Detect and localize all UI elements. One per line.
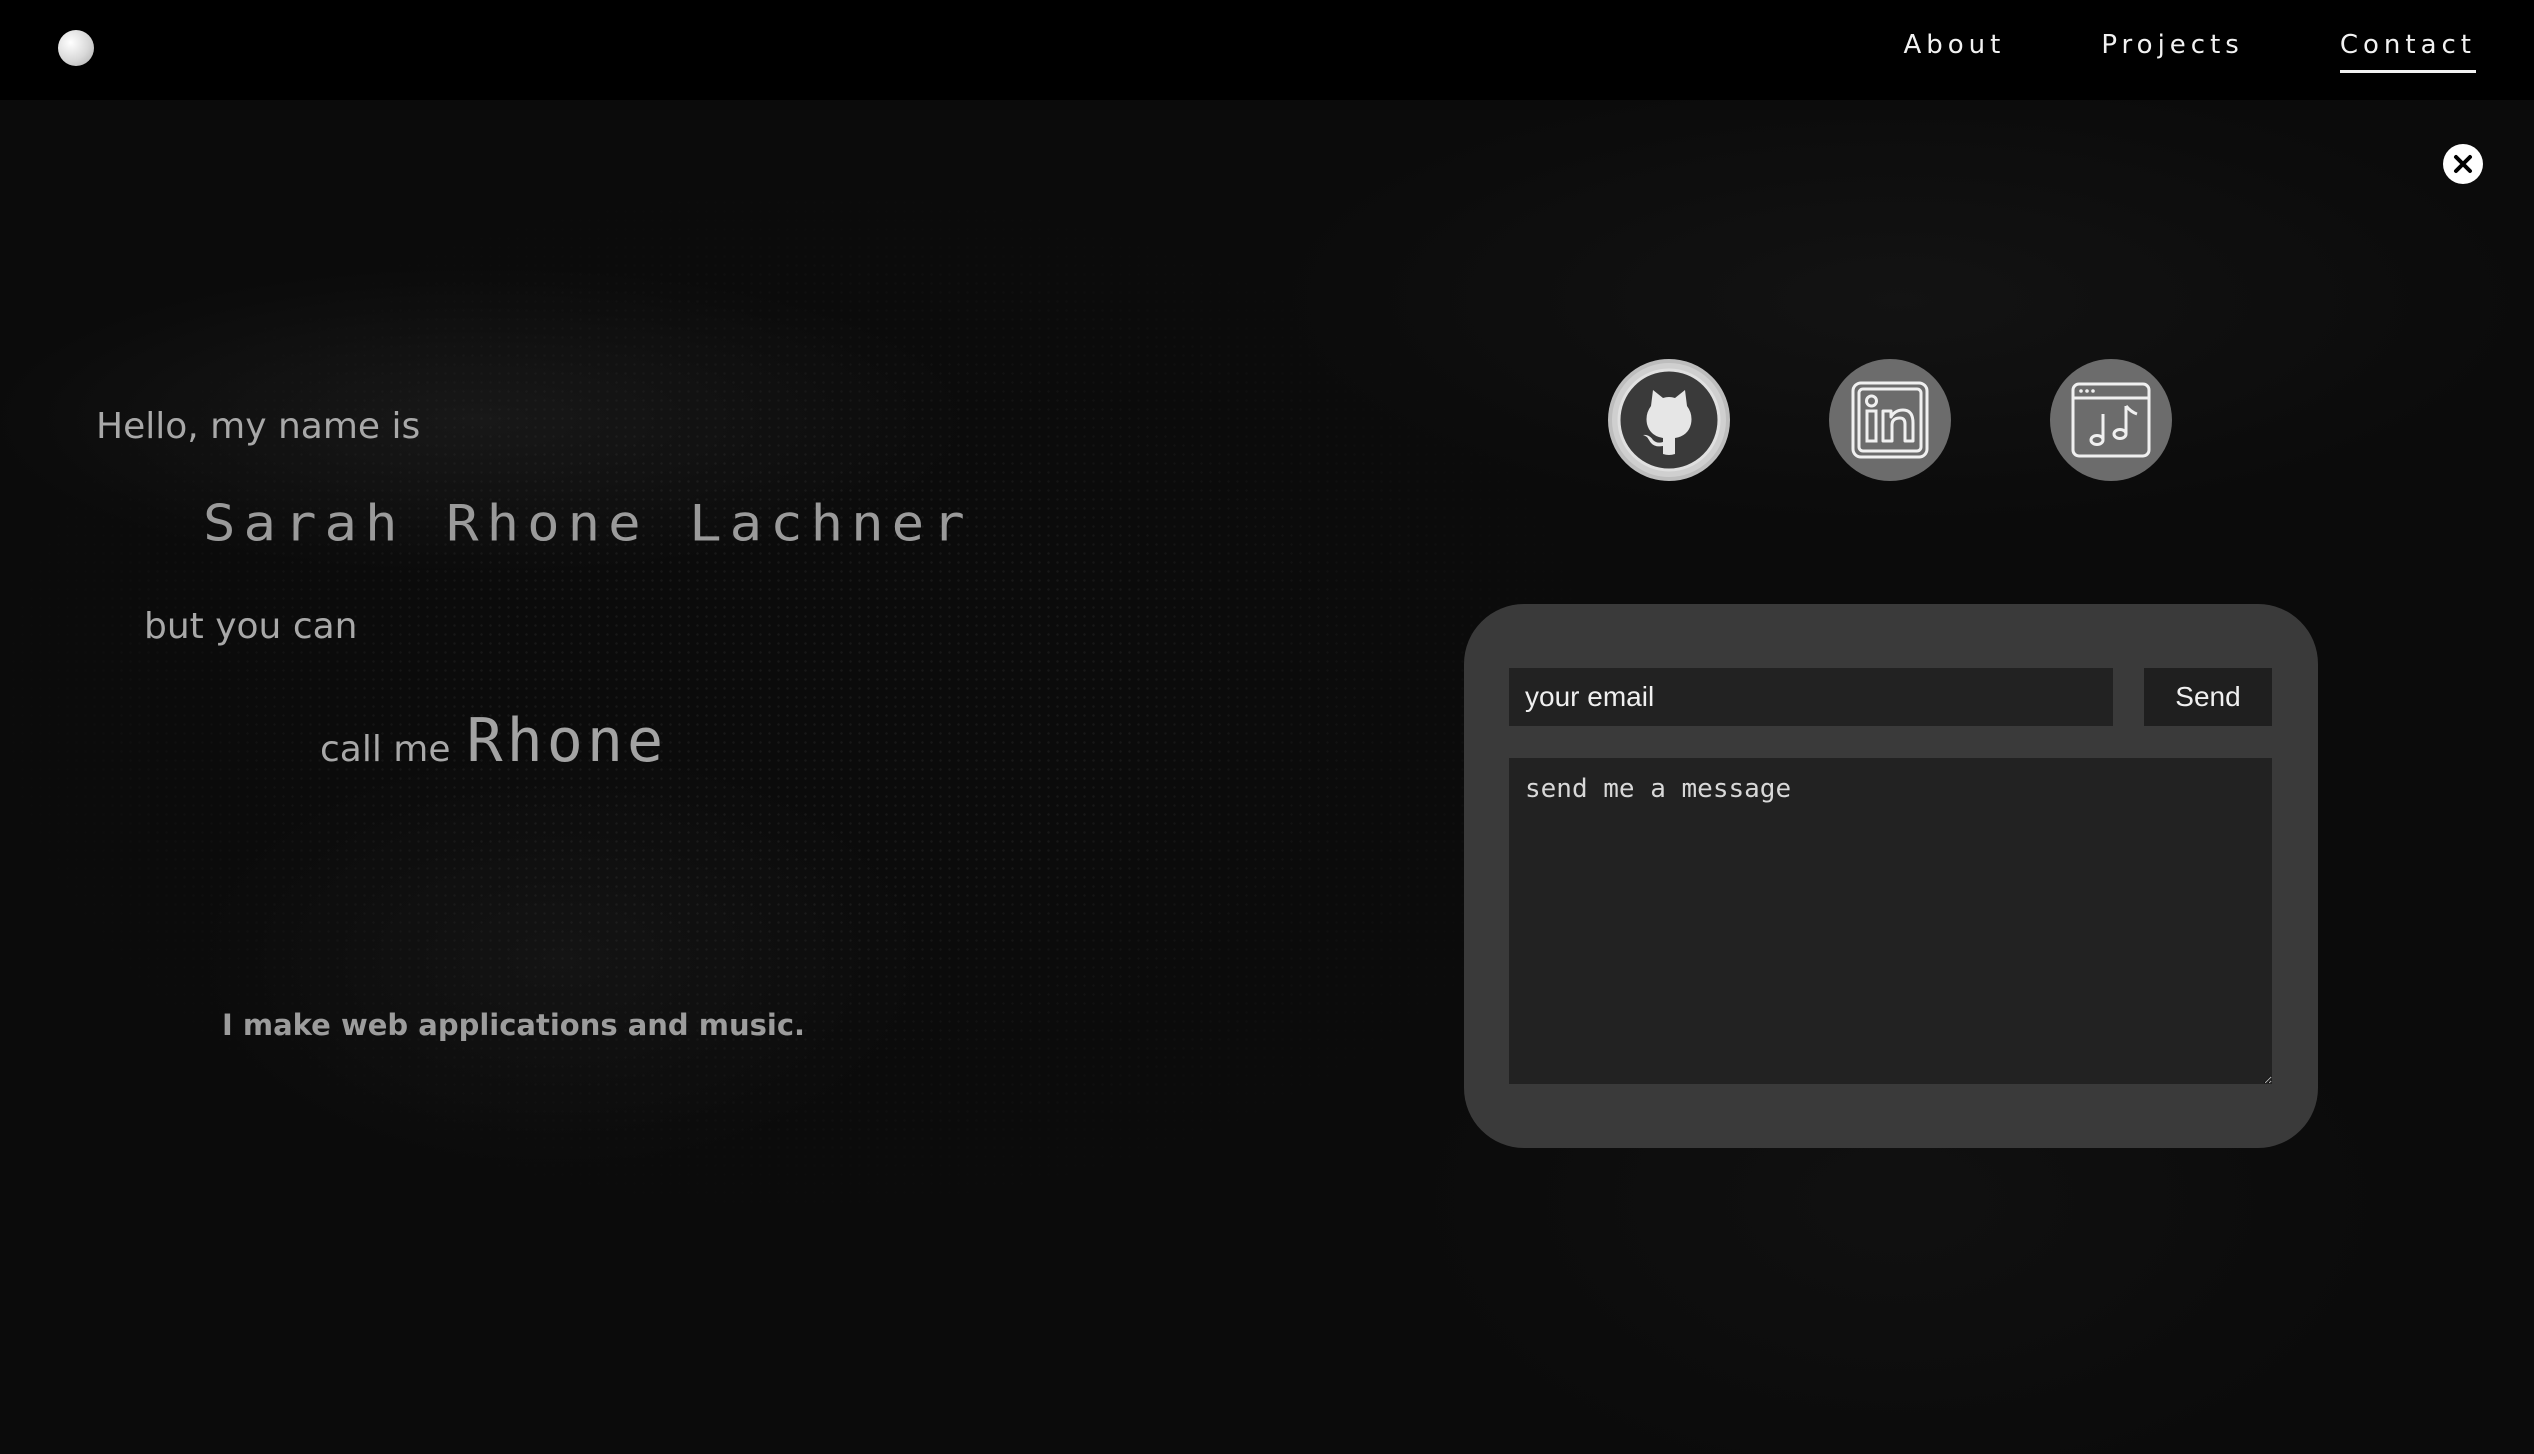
music-app-icon [2071,382,2151,458]
nickname: Rhone [466,706,668,776]
call-me-text: call me [320,729,451,770]
tagline: I make web applications and music. [222,1008,806,1042]
close-button[interactable] [2443,144,2483,184]
email-input[interactable] [1509,668,2113,726]
github-icon [1617,368,1721,472]
full-name: Sarah Rhone Lachner [203,494,973,553]
page: About Projects Contact Hello, my name is… [0,0,2534,1454]
github-link[interactable] [1608,359,1730,481]
close-icon [2454,155,2472,173]
music-app-link[interactable] [2050,359,2172,481]
message-textarea[interactable] [1509,758,2272,1084]
greeting-text: Hello, my name is [96,406,421,447]
nav-link-contact[interactable]: Contact [2339,30,2476,73]
send-button[interactable]: Send [2144,668,2272,726]
but-you-can-text: but you can [144,606,358,647]
nav-link-about[interactable]: About [1903,30,2005,73]
call-me-line: call me Rhone [320,706,667,776]
logo-orb[interactable] [58,30,94,66]
linkedin-icon [1851,381,1929,459]
contact-form-card: Send [1464,604,2318,1148]
linkedin-link[interactable] [1829,359,1951,481]
top-navigation-bar: About Projects Contact [0,0,2534,100]
main-nav: About Projects Contact [1903,30,2476,73]
nav-link-projects[interactable]: Projects [2101,30,2244,73]
